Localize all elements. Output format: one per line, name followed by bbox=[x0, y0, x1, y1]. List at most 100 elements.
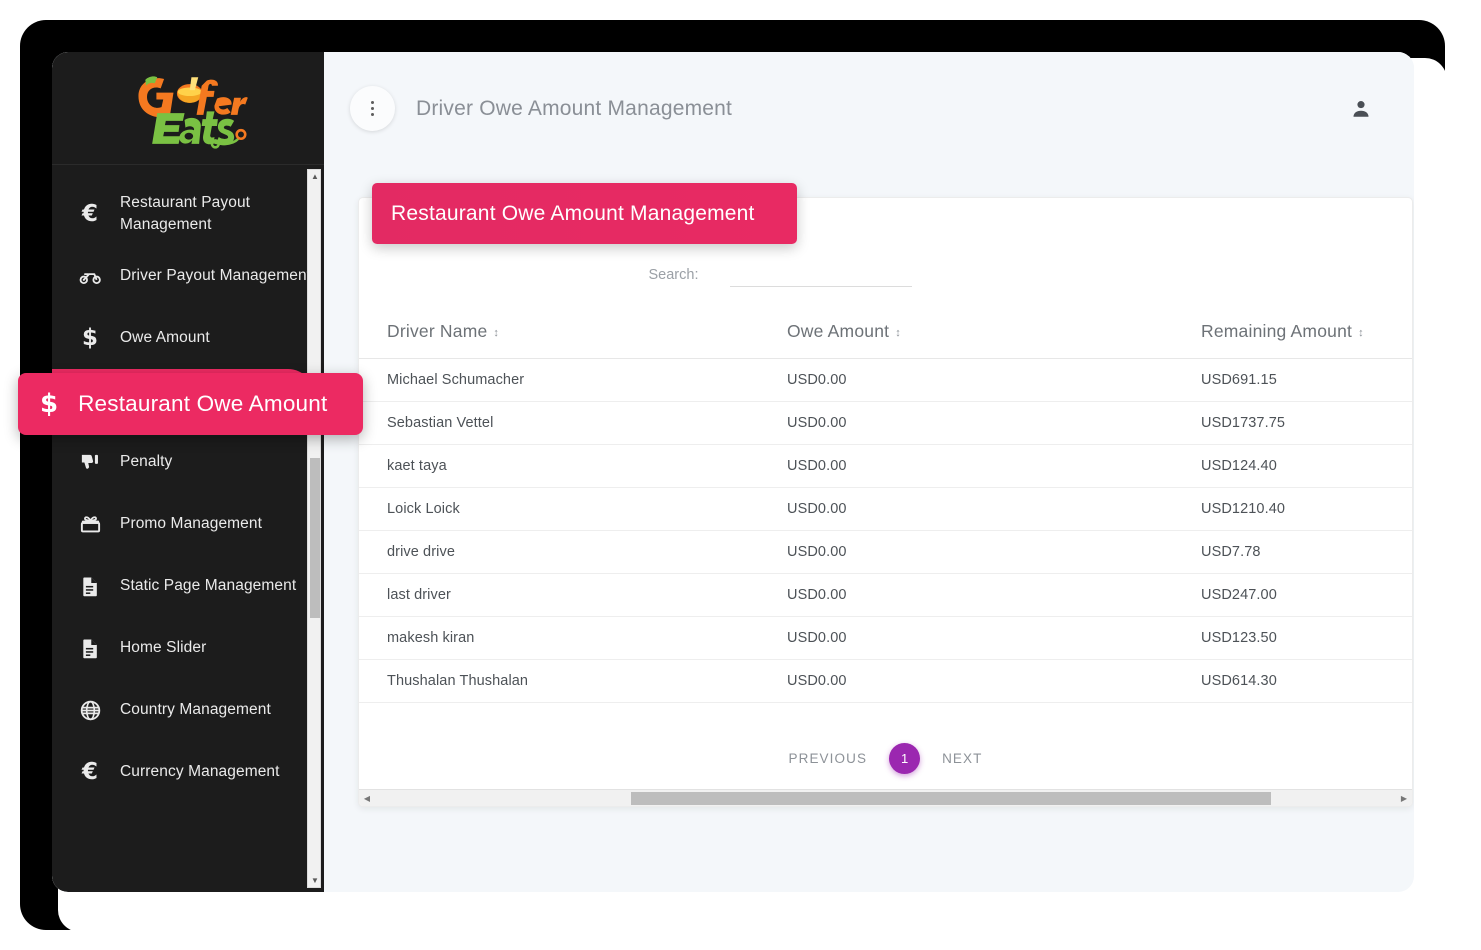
cell-remaining-amount: USD7.78 bbox=[1191, 530, 1412, 574]
cell-owe-amount: USD0.00 bbox=[777, 401, 1191, 445]
top-header: Driver Owe Amount Management bbox=[324, 52, 1414, 165]
person-glyph bbox=[1353, 100, 1369, 117]
cell-owe-amount: USD0.00 bbox=[777, 616, 1191, 660]
page-number-1-button[interactable]: 1 bbox=[889, 743, 921, 774]
euro-icon: € bbox=[68, 759, 112, 785]
brand-logo[interactable] bbox=[52, 52, 324, 165]
card-tooltip-label: Restaurant Owe Amount Management bbox=[391, 201, 755, 225]
cell-driver-name: Sebastian Vettel bbox=[359, 401, 777, 445]
table-row: Thushalan Thushalan USD0.00 USD614.30 bbox=[359, 659, 1412, 703]
kebab-dot bbox=[370, 106, 375, 111]
search-input[interactable] bbox=[730, 266, 913, 287]
table-row: Loick Loick USD0.00 USD1210.40 bbox=[359, 487, 1412, 531]
kebab-dot bbox=[370, 113, 375, 117]
sidebar-menu-list: € Restaurant Payout Management Driver Payo… bbox=[52, 165, 324, 803]
scroll-down-icon[interactable]: ▼ bbox=[308, 874, 322, 887]
cell-owe-amount: USD0.00 bbox=[777, 444, 1191, 488]
cell-remaining-amount: USD123.50 bbox=[1191, 616, 1412, 660]
document-icon bbox=[82, 638, 97, 658]
sidebar-item-restaurant-payout-management[interactable]: € Restaurant Payout Management bbox=[52, 183, 324, 245]
sidebar-item-driver-payout-management[interactable]: Driver Payout Management bbox=[52, 245, 324, 307]
kebab-menu-icon[interactable] bbox=[350, 86, 395, 131]
cell-driver-name: Thushalan Thushalan bbox=[359, 659, 777, 703]
sidebar-item-currency-management[interactable]: € Currency Management bbox=[52, 741, 324, 803]
cell-owe-amount: USD0.00 bbox=[777, 487, 1191, 531]
column-header-label: Owe Amount bbox=[787, 321, 890, 341]
scroll-up-icon[interactable]: ▲ bbox=[308, 170, 322, 183]
cell-owe-amount: USD0.00 bbox=[777, 659, 1191, 703]
sidebar-item-label: Home Slider bbox=[120, 638, 207, 656]
motorbike-icon bbox=[79, 272, 101, 284]
sidebar-item-promo-management[interactable]: Promo Management bbox=[52, 493, 324, 555]
cell-remaining-amount: USD691.15 bbox=[1191, 358, 1412, 402]
cell-owe-amount: USD0.00 bbox=[777, 530, 1191, 574]
horizontal-scrollbar[interactable]: ◀ ▶ bbox=[359, 789, 1412, 806]
page-title: Driver Owe Amount Management bbox=[416, 96, 733, 120]
thumbs-down-icon bbox=[81, 454, 98, 469]
thumbs-down-icon bbox=[68, 451, 112, 474]
table-row: last driver USD0.00 USD247.00 bbox=[359, 573, 1412, 617]
column-header-owe-amount[interactable]: Owe Amount ↕ bbox=[777, 315, 1191, 359]
gift-icon bbox=[80, 515, 100, 532]
table-row: makesh kiran USD0.00 USD123.50 bbox=[359, 616, 1412, 660]
driver-owe-amount-table: Driver Name ↕ Owe Amount ↕ Remaining Amoun… bbox=[359, 315, 1412, 703]
sidebar-item-label: Penalty bbox=[120, 452, 173, 470]
sidebar-scrollbar[interactable]: ▲ ▼ bbox=[307, 169, 321, 888]
user-account-icon[interactable] bbox=[1350, 98, 1372, 120]
admin-app-window: € Restaurant Payout Management Driver Payo… bbox=[52, 52, 1414, 892]
next-page-button[interactable]: NEXT bbox=[942, 751, 982, 766]
sidebar-item-country-management[interactable]: Country Management bbox=[52, 679, 324, 741]
sidebar-item-label: Promo Management bbox=[120, 514, 263, 532]
dollar-icon: $ bbox=[81, 325, 98, 351]
table-row: kaet taya USD0.00 USD124.40 bbox=[359, 444, 1412, 488]
globe-icon bbox=[80, 700, 100, 720]
sidebar-item-label: Static Page Management bbox=[120, 576, 297, 594]
table-header-row: Driver Name ↕ Owe Amount ↕ Remaining Amoun… bbox=[359, 315, 1412, 359]
gift-icon bbox=[68, 513, 112, 536]
gofer-eats-logo-icon bbox=[138, 76, 248, 149]
dollar-icon: $ bbox=[40, 389, 59, 419]
cell-driver-name: Loick Loick bbox=[359, 487, 777, 531]
cell-remaining-amount: USD1737.75 bbox=[1191, 401, 1412, 445]
sidebar-item-owe-amount[interactable]: $ Owe Amount bbox=[52, 307, 324, 369]
cell-driver-name: drive drive bbox=[359, 530, 777, 574]
sidebar-tooltip-label: Restaurant Owe Amount bbox=[78, 391, 328, 416]
sort-icon[interactable]: ↕ bbox=[493, 327, 499, 339]
sidebar: € Restaurant Payout Management Driver Payo… bbox=[52, 52, 324, 892]
card-tooltip-restaurant-owe-amount-management[interactable]: Restaurant Owe Amount Management bbox=[372, 183, 797, 244]
cell-driver-name: makesh kiran bbox=[359, 616, 777, 660]
cell-driver-name: Michael Schumacher bbox=[359, 358, 777, 402]
search-label: Search: bbox=[648, 267, 699, 283]
cell-owe-amount: USD0.00 bbox=[777, 573, 1191, 617]
sidebar-item-label: Currency Management bbox=[120, 762, 280, 780]
document-icon bbox=[82, 576, 97, 596]
scroll-left-icon[interactable]: ◀ bbox=[360, 790, 374, 806]
sort-icon[interactable]: ↕ bbox=[895, 327, 901, 339]
cell-remaining-amount: USD614.30 bbox=[1191, 659, 1412, 703]
document-icon bbox=[68, 637, 112, 660]
globe-icon bbox=[68, 699, 112, 722]
kebab-dot bbox=[370, 100, 375, 104]
cell-remaining-amount: USD124.40 bbox=[1191, 444, 1412, 488]
sidebar-scrollbar-thumb[interactable] bbox=[310, 458, 320, 618]
horizontal-scrollbar-thumb[interactable] bbox=[631, 792, 1271, 805]
motorbike-icon bbox=[68, 265, 112, 288]
sort-icon[interactable]: ↕ bbox=[1358, 327, 1364, 339]
table-head: Driver Name ↕ Owe Amount ↕ Remaining Amoun… bbox=[359, 315, 1412, 359]
sidebar-item-home-slider[interactable]: Home Slider bbox=[52, 617, 324, 679]
column-header-label: Driver Name bbox=[387, 321, 488, 341]
previous-page-button[interactable]: PREVIOUS bbox=[789, 751, 868, 766]
table-wrapper: Driver Name ↕ Owe Amount ↕ Remaining Amoun… bbox=[359, 287, 1412, 703]
euro-icon: € bbox=[81, 759, 98, 785]
column-header-driver-name[interactable]: Driver Name ↕ bbox=[359, 315, 777, 359]
sidebar-scroll-area[interactable]: € Restaurant Payout Management Driver Payo… bbox=[52, 165, 324, 892]
document-icon bbox=[68, 575, 112, 598]
table-body: Michael Schumacher USD0.00 USD691.15 Sebast… bbox=[359, 358, 1412, 703]
euro-icon: € bbox=[81, 201, 98, 227]
sidebar-item-static-page-management[interactable]: Static Page Management bbox=[52, 555, 324, 617]
column-header-remaining-amount[interactable]: Remaining Amount ↕ bbox=[1191, 315, 1412, 359]
scroll-right-icon[interactable]: ▶ bbox=[1397, 790, 1411, 806]
cell-remaining-amount: USD247.00 bbox=[1191, 573, 1412, 617]
sidebar-item-penalty[interactable]: Penalty bbox=[52, 431, 324, 493]
sidebar-tooltip-restaurant-owe-amount[interactable]: $ Restaurant Owe Amount bbox=[18, 373, 363, 435]
